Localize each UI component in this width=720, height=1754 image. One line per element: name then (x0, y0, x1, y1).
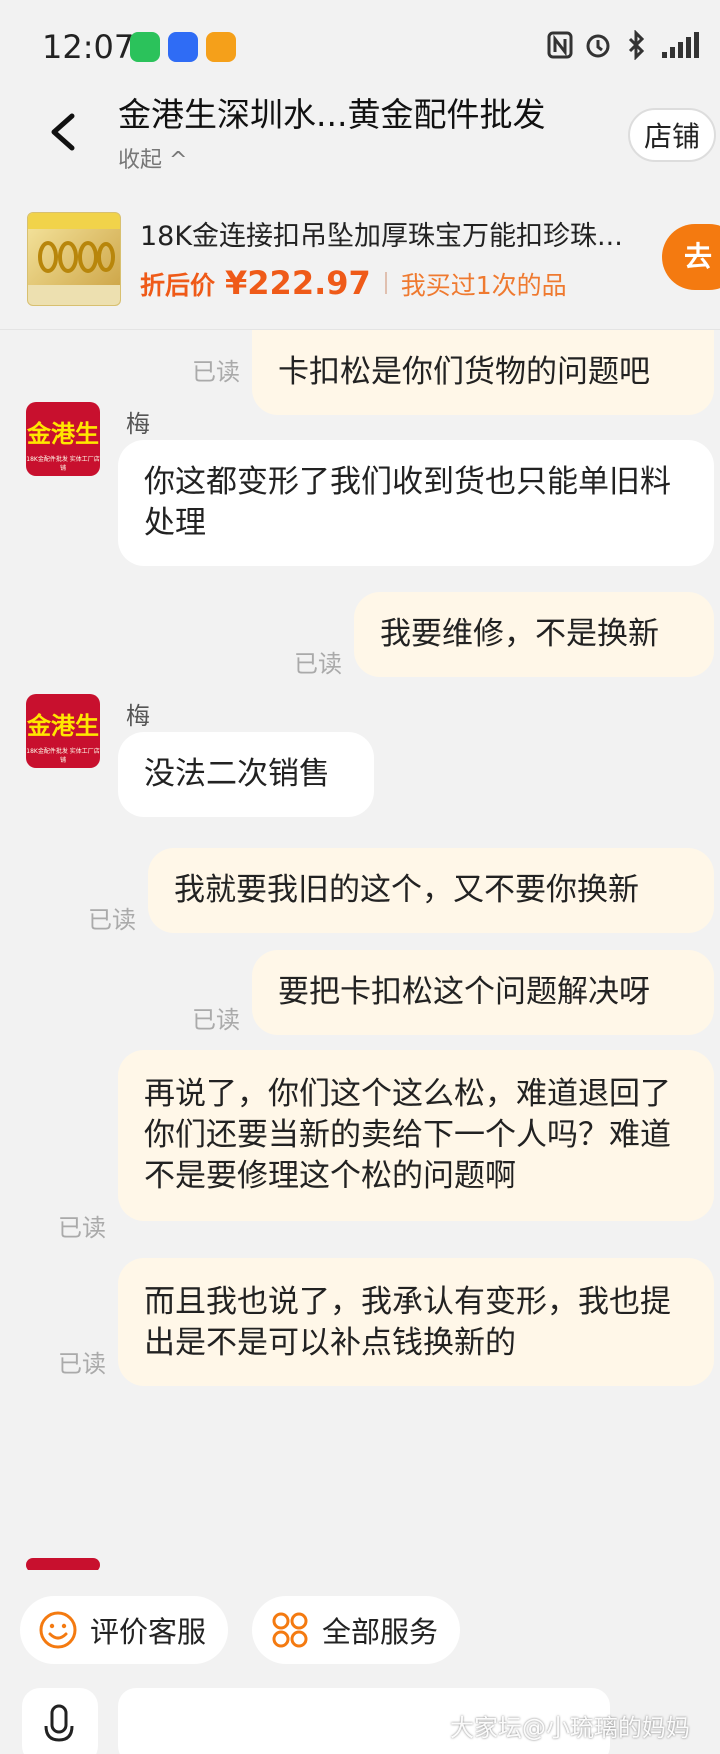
message-text: 没法二次销售 (144, 756, 330, 792)
read-receipt: 已读 (88, 906, 136, 934)
message-bubble-mine[interactable]: 而且我也说了，我承认有变形，我也提出是不是可以补点钱换新的 (118, 1258, 714, 1386)
avatar-logo-subtext: 18K金配件批发 实体工厂店铺 (26, 456, 100, 472)
services-grid-icon (272, 1612, 308, 1648)
read-receipt: 已读 (294, 650, 342, 678)
product-price: ¥222.97 (225, 264, 371, 302)
seller-avatar[interactable]: 金港生 18K金配件批发 实体工厂店铺 (26, 694, 100, 768)
read-receipt: 已读 (58, 1350, 106, 1378)
avatar-logo-subtext: 18K金配件批发 实体工厂店铺 (26, 748, 100, 764)
product-price-row: 折后价 ¥222.97 我买过1次的品 (140, 264, 567, 302)
seller-avatar[interactable]: 金港生 18K金配件批发 实体工厂店铺 (26, 402, 100, 476)
store-button[interactable]: 店铺 (628, 108, 716, 162)
message-text: 我要维修，不是换新 (380, 616, 659, 652)
alarm-icon (586, 34, 610, 58)
seller-avatar[interactable] (26, 1558, 100, 1570)
back-arrow-icon[interactable] (44, 110, 84, 154)
chip-label: 全部服务 (322, 1615, 439, 1649)
status-time: 12:07 (42, 28, 135, 66)
price-label: 折后价 (140, 271, 216, 300)
status-bar: 12:07 (0, 0, 720, 90)
message-bubble-mine[interactable]: 我就要我旧的这个，又不要你换新 (148, 848, 714, 933)
shop-title: 金港生深圳水...黄金配件批发 (118, 95, 546, 134)
bluetooth-icon (628, 30, 645, 60)
smiley-icon (39, 1611, 77, 1649)
chat-header: 金港生深圳水...黄金配件批发 收起 ^ 店铺 (0, 80, 720, 180)
message-text: 再说了，你们这个这么松，难道退回了你们还要当新的卖给下一个人吗？难道不是要修理这… (144, 1076, 671, 1194)
divider (384, 272, 387, 294)
wechat-notification-icon (130, 32, 160, 62)
message-bubble-mine[interactable]: 卡扣松是你们货物的问题吧 (252, 330, 714, 415)
sender-name: 梅 (126, 702, 150, 730)
voice-input-button[interactable] (22, 1688, 98, 1754)
read-receipt: 已读 (192, 1006, 240, 1034)
message-list[interactable]: 已读 卡扣松是你们货物的问题吧 金港生 18K金配件批发 实体工厂店铺 梅 你这… (0, 330, 720, 1570)
product-card[interactable]: 18K金连接扣吊坠加厚珠宝万能扣珍珠... 折后价 ¥222.97 我买过1次的… (0, 198, 720, 330)
read-receipt: 已读 (58, 1214, 106, 1242)
system-icons (546, 30, 700, 60)
product-title: 18K金连接扣吊坠加厚珠宝万能扣珍珠... (140, 221, 623, 252)
collapse-toggle[interactable]: 收起 ^ (118, 142, 187, 174)
microphone-icon (44, 1704, 74, 1742)
message-text: 你这都变形了我们收到货也只能单旧料处理 (144, 464, 671, 541)
go-button[interactable]: 去 (662, 224, 720, 290)
app-notification-icon (168, 32, 198, 62)
bought-before-label: 我买过1次的品 (400, 271, 567, 300)
product-thumbnail[interactable] (27, 212, 121, 306)
read-receipt: 已读 (192, 358, 240, 386)
nfc-icon (547, 31, 573, 59)
product-image (28, 213, 120, 305)
rate-service-chip[interactable]: 评价客服 (20, 1596, 229, 1664)
message-bubble-mine[interactable]: 我要维修，不是换新 (354, 592, 714, 677)
message-bubble-mine[interactable]: 要把卡扣松这个问题解决呀 (252, 950, 714, 1035)
chip-label: 评价客服 (90, 1615, 207, 1649)
message-text: 我就要我旧的这个，又不要你换新 (174, 872, 639, 908)
avatar-logo-text: 金港生 (27, 420, 99, 448)
message-text: 而且我也说了，我承认有变形，我也提出是不是可以补点钱换新的 (144, 1284, 671, 1361)
avatar-logo-text: 金港生 (27, 712, 99, 740)
input-bar: 大家坛@小琉璃的妈妈 (0, 1680, 720, 1754)
chat-screen: 12:07 金港生深圳水...黄金配件批发 收起 ^ 店铺 18K金连接扣吊坠加… (0, 0, 720, 1754)
all-services-chip[interactable]: 全部服务 (252, 1596, 461, 1664)
app-notification-icon-2 (206, 32, 236, 62)
watermark: 大家坛@小琉璃的妈妈 (450, 1714, 690, 1742)
message-bubble-seller[interactable]: 你这都变形了我们收到货也只能单旧料处理 (118, 440, 714, 566)
message-bubble-mine[interactable]: 再说了，你们这个这么松，难道退回了你们还要当新的卖给下一个人吗？难道不是要修理这… (118, 1050, 714, 1221)
message-text: 要把卡扣松这个问题解决呀 (278, 974, 650, 1010)
signal-icon (662, 32, 699, 58)
message-text: 卡扣松是你们货物的问题吧 (278, 354, 650, 390)
sender-name: 梅 (126, 410, 150, 438)
quick-actions-bar: 评价客服 全部服务 (0, 1570, 720, 1670)
message-bubble-seller[interactable]: 没法二次销售 (118, 732, 374, 817)
